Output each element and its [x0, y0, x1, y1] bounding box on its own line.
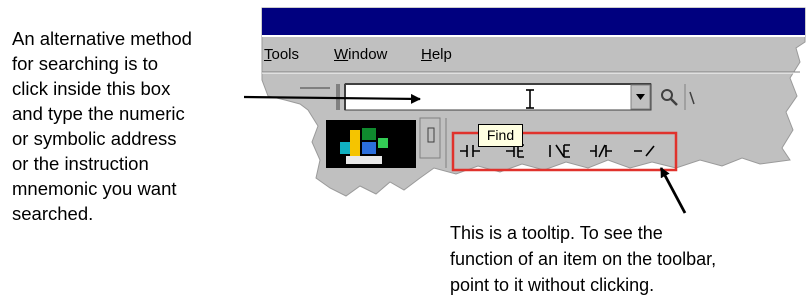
callout-left-line: mnemonic you want: [12, 178, 177, 199]
callout-left-line: click inside this box: [12, 78, 171, 99]
address-search-input[interactable]: [345, 84, 625, 110]
callout-left-line: and type the numeric: [12, 103, 185, 124]
menu-tools[interactable]: Tools: [264, 46, 299, 63]
callout-left-line: searched.: [12, 203, 94, 224]
address-dropdown-button[interactable]: [631, 84, 651, 110]
program-icon: [326, 120, 416, 168]
menu-tools-accel: T: [264, 46, 272, 63]
menu-help[interactable]: Help: [421, 46, 452, 63]
callout-left-line: An alternative method: [12, 28, 192, 49]
callout-right-line: point to it without clicking.: [450, 275, 655, 295]
callout-left: An alternative method for searching is t…: [12, 26, 192, 226]
callout-left-line: for searching is to: [12, 53, 159, 74]
menu-help-rest: elp: [431, 46, 452, 63]
menu-help-accel: H: [421, 46, 432, 63]
menu-window-rest: indow: [348, 46, 388, 63]
menu-window[interactable]: Window: [334, 46, 387, 63]
callout-right: This is a tooltip. To see the function o…: [450, 220, 716, 298]
menu-tools-rest: ools: [271, 46, 300, 63]
callout-left-line: or symbolic address: [12, 128, 177, 149]
title-bar: [262, 8, 805, 36]
callout-right-line: function of an item on the toolbar,: [450, 249, 717, 269]
menu-window-accel: W: [334, 46, 349, 63]
callout-right-line: This is a tooltip. To see the: [450, 223, 663, 243]
callout-left-line: or the instruction: [12, 153, 149, 174]
callout-arrow-right: [659, 167, 687, 214]
find-tooltip: Find: [478, 124, 523, 147]
